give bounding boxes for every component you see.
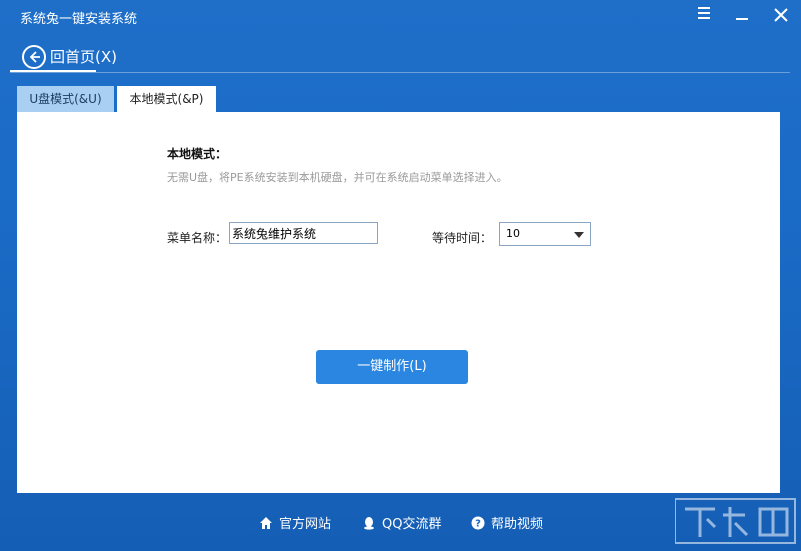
watermark-logo — [675, 498, 796, 544]
question-icon: ? — [471, 516, 485, 530]
menu-name-label: 菜单名称： — [167, 231, 228, 245]
footer-link-help-video[interactable]: ? 帮助视频 — [471, 513, 543, 532]
wait-time-select[interactable]: 10 — [499, 222, 591, 246]
close-icon[interactable] — [770, 4, 792, 26]
back-home-label: 回首页(X) — [50, 48, 117, 66]
wait-time-value: 10 — [506, 227, 520, 240]
divider — [10, 72, 790, 73]
footer-link-label: QQ交流群 — [382, 517, 442, 532]
footer-link-official-site[interactable]: 官方网站 — [259, 513, 331, 532]
app-title: 系统兔一键安装系统 — [20, 12, 138, 27]
section-title: 本地模式： — [167, 147, 228, 161]
menu-icon[interactable] — [693, 4, 715, 26]
wait-time-label: 等待时间： — [432, 231, 493, 245]
tab-local-mode[interactable]: 本地模式(&P) — [117, 86, 216, 112]
footer-link-qq-group[interactable]: QQ交流群 — [362, 513, 441, 532]
minimize-icon[interactable] — [731, 4, 753, 26]
menu-name-input[interactable] — [229, 222, 378, 244]
back-arrow-icon — [22, 45, 46, 69]
tab-usb-mode[interactable]: U盘模式(&U) — [17, 86, 114, 112]
footer-link-label: 官方网站 — [279, 517, 332, 532]
title-bar: 系统兔一键安装系统 — [0, 0, 801, 34]
section-description: 无需U盘，将PE系统安装到本机硬盘，并可在系统启动菜单选择进入。 — [167, 171, 508, 184]
chevron-down-icon — [574, 232, 584, 238]
one-click-make-button[interactable]: 一键制作(L) — [316, 350, 468, 384]
svg-text:?: ? — [475, 519, 481, 530]
local-mode-panel: 本地模式： 无需U盘，将PE系统安装到本机硬盘，并可在系统启动菜单选择进入。 菜… — [17, 112, 780, 493]
qq-penguin-icon — [364, 517, 374, 530]
footer-link-label: 帮助视频 — [491, 517, 544, 532]
home-icon — [260, 517, 272, 529]
